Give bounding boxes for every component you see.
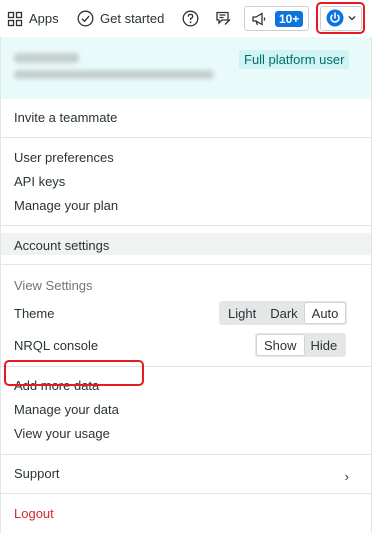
- top-navigation-bar: Apps Get started 10+: [0, 0, 372, 37]
- divider: [1, 493, 371, 494]
- profile-dropdown-menu: Full platform user Invite a teammate Use…: [0, 37, 372, 533]
- theme-label: Theme: [14, 306, 55, 321]
- manage-your-data-item[interactable]: Manage your data: [14, 402, 119, 418]
- get-started-label: Get started: [100, 11, 165, 26]
- help-circle-icon: [182, 10, 199, 27]
- profile-menu-button[interactable]: [316, 2, 365, 34]
- manage-data-highlight: [4, 360, 144, 386]
- nrql-option-hide[interactable]: Hide: [304, 335, 345, 355]
- user-name-redacted: [14, 53, 79, 63]
- support-item[interactable]: Support: [14, 466, 60, 482]
- divider: [1, 225, 371, 226]
- check-circle-icon: [77, 10, 94, 27]
- help-button[interactable]: [182, 0, 199, 37]
- theme-option-light[interactable]: Light: [221, 303, 263, 323]
- view-usage-item[interactable]: View your usage: [14, 426, 110, 442]
- theme-toggle[interactable]: Light Dark Auto: [219, 301, 348, 325]
- chevron-down-icon: [348, 15, 356, 21]
- apps-label: Apps: [29, 11, 59, 26]
- profile-menu-inner[interactable]: [319, 5, 362, 31]
- divider: [1, 137, 371, 138]
- feedback-icon: [215, 10, 232, 27]
- logout-item[interactable]: Logout: [14, 506, 54, 522]
- user-email-redacted: [14, 70, 214, 79]
- announcements-button[interactable]: 10+: [244, 6, 309, 31]
- feedback-button[interactable]: [215, 0, 232, 37]
- apps-button[interactable]: Apps: [7, 0, 59, 37]
- invite-teammate-item[interactable]: Invite a teammate: [14, 110, 117, 126]
- chevron-right-icon: ›: [344, 469, 349, 484]
- get-started-button[interactable]: Get started: [77, 0, 164, 37]
- theme-option-dark[interactable]: Dark: [263, 303, 304, 323]
- user-preferences-item[interactable]: User preferences: [14, 150, 114, 166]
- nrql-console-toggle[interactable]: Show Hide: [255, 333, 347, 357]
- account-settings-item[interactable]: Account settings: [14, 238, 109, 254]
- view-settings-heading: View Settings: [14, 278, 93, 293]
- divider: [1, 454, 371, 455]
- api-keys-item[interactable]: API keys: [14, 174, 65, 190]
- notification-count-badge: 10+: [275, 10, 304, 27]
- user-info-card: Full platform user: [1, 37, 371, 99]
- nrql-option-show[interactable]: Show: [257, 335, 304, 355]
- theme-option-auto[interactable]: Auto: [304, 303, 346, 323]
- power-icon: [326, 9, 344, 27]
- plan-badge: Full platform user: [239, 50, 350, 69]
- nrql-console-label: NRQL console: [14, 338, 99, 353]
- grid-icon: [7, 11, 23, 27]
- divider: [1, 264, 371, 265]
- manage-plan-item[interactable]: Manage your plan: [14, 198, 118, 214]
- megaphone-icon: [251, 11, 268, 27]
